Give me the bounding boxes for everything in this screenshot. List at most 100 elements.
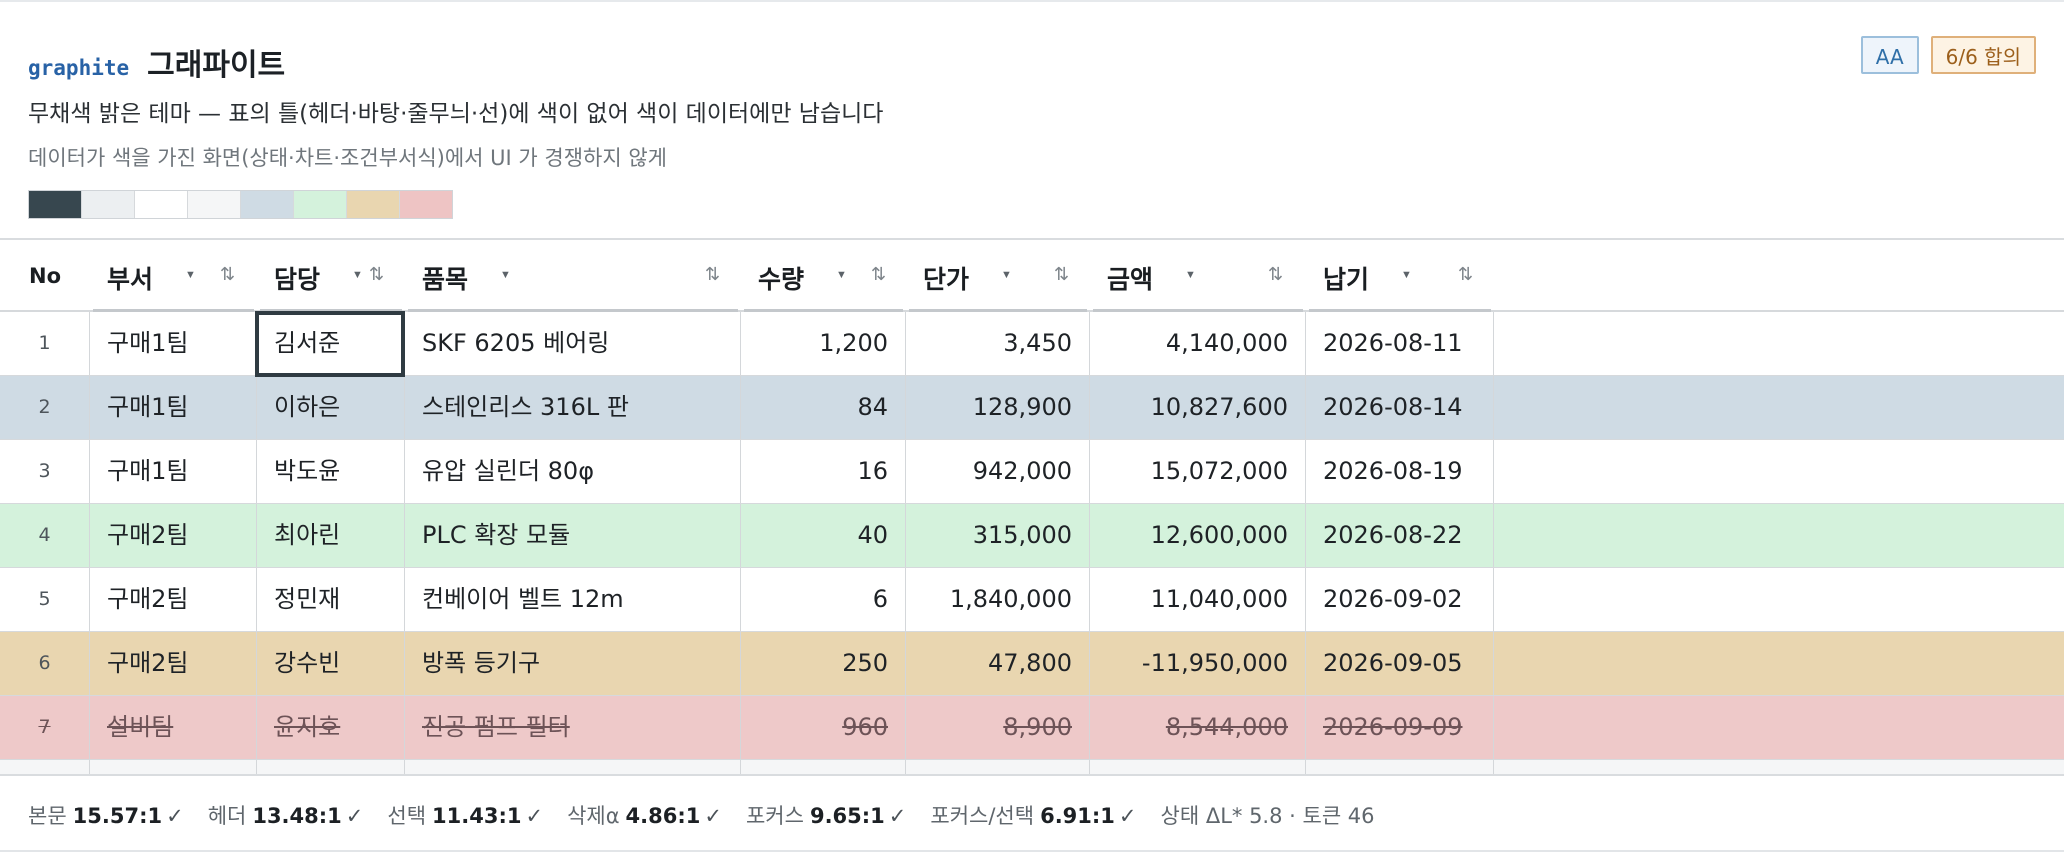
table-row[interactable]: 6 구매2팀 강수빈 방폭 등기구 250 47,800 -11,950,000 2026-0… bbox=[0, 632, 2064, 696]
cell-price[interactable]: 3,450 bbox=[906, 312, 1090, 375]
cell-qty[interactable]: 250 bbox=[741, 632, 906, 695]
check-icon: ✓ bbox=[1118, 804, 1137, 828]
sort-icon[interactable]: ⇅ bbox=[1458, 264, 1473, 285]
cell-owner[interactable]: 윤지호 bbox=[257, 696, 405, 759]
filter-dropdown-icon[interactable]: ▼ bbox=[1185, 269, 1196, 281]
cell-no[interactable]: 7 bbox=[0, 696, 90, 759]
cell-owner[interactable]: 박도윤 bbox=[257, 440, 405, 503]
cell-empty bbox=[405, 760, 741, 774]
filter-dropdown-icon[interactable]: ▼ bbox=[500, 269, 511, 281]
cell-due[interactable]: 2026-08-19 bbox=[1306, 440, 1494, 503]
cell-price[interactable]: 1,840,000 bbox=[906, 568, 1090, 631]
cell-amount[interactable]: 11,040,000 bbox=[1090, 568, 1306, 631]
cell-owner[interactable]: 이하은 bbox=[257, 376, 405, 439]
cell-owner[interactable]: 김서준 bbox=[257, 312, 405, 375]
cell-qty[interactable]: 960 bbox=[741, 696, 906, 759]
cell-price[interactable]: 315,000 bbox=[906, 504, 1090, 567]
filter-dropdown-icon[interactable]: ▼ bbox=[836, 269, 847, 281]
cell-price[interactable]: 47,800 bbox=[906, 632, 1090, 695]
cell-price[interactable]: 942,000 bbox=[906, 440, 1090, 503]
cell-owner[interactable]: 정민재 bbox=[257, 568, 405, 631]
cell-qty[interactable]: 6 bbox=[741, 568, 906, 631]
cell-price[interactable]: 8,900 bbox=[906, 696, 1090, 759]
sort-icon[interactable]: ⇅ bbox=[1054, 264, 1069, 285]
table-row[interactable]: 2 구매1팀 이하은 스테인리스 316L 판 84 128,900 10,827,600 2… bbox=[0, 376, 2064, 440]
column-header-amount[interactable]: 금액 ▼ ⇅ bbox=[1090, 240, 1306, 312]
cell-dept[interactable]: 구매2팀 bbox=[90, 632, 257, 695]
cell-item[interactable]: 방폭 등기구 bbox=[405, 632, 741, 695]
cell-no[interactable]: 6 bbox=[0, 632, 90, 695]
table-row[interactable]: 3 구매1팀 박도윤 유압 실린더 80φ 16 942,000 15,072,000 202… bbox=[0, 440, 2064, 504]
contrast-stat: 선택 11.43:1 ✓ bbox=[387, 800, 543, 830]
sort-icon[interactable]: ⇅ bbox=[871, 264, 886, 285]
column-header-item[interactable]: 품목 ▼ ⇅ bbox=[405, 240, 741, 312]
filter-dropdown-icon[interactable]: ▼ bbox=[1001, 269, 1012, 281]
cell-amount[interactable]: 4,140,000 bbox=[1090, 312, 1306, 375]
cell-due[interactable]: 2026-08-22 bbox=[1306, 504, 1494, 567]
cell-item[interactable]: 스테인리스 316L 판 bbox=[405, 376, 741, 439]
theme-subdescription: 데이터가 색을 가진 화면(상태·차트·조건부서식)에서 UI 가 경쟁하지 않… bbox=[28, 146, 667, 170]
column-header-due[interactable]: 납기 ▼ ⇅ bbox=[1306, 240, 1494, 312]
cell-item[interactable]: 컨베이어 벨트 12m bbox=[405, 568, 741, 631]
table-row[interactable]: 5 구매2팀 정민재 컨베이어 벨트 12m 6 1,840,000 11,040,000 2… bbox=[0, 568, 2064, 632]
cell-amount[interactable]: 15,072,000 bbox=[1090, 440, 1306, 503]
cell-due[interactable]: 2026-09-02 bbox=[1306, 568, 1494, 631]
cell-empty bbox=[1306, 760, 1494, 774]
cell-amount[interactable]: -11,950,000 bbox=[1090, 632, 1306, 695]
cell-item[interactable]: 유압 실린더 80φ bbox=[405, 440, 741, 503]
cell-amount[interactable]: 12,600,000 bbox=[1090, 504, 1306, 567]
filter-dropdown-icon[interactable]: ▼ bbox=[1401, 269, 1412, 281]
cell-no[interactable]: 2 bbox=[0, 376, 90, 439]
cell-dept[interactable]: 구매2팀 bbox=[90, 568, 257, 631]
cell-no[interactable]: 4 bbox=[0, 504, 90, 567]
theme-description: 무채색 밝은 테마 — 표의 틀(헤더·바탕·줄무늬·선)에 색이 없어 색이 … bbox=[28, 101, 884, 127]
stat-value: 9.65:1 bbox=[809, 804, 885, 828]
cell-due[interactable]: 2026-08-11 bbox=[1306, 312, 1494, 375]
table-row-partial[interactable] bbox=[0, 760, 2064, 774]
cell-dept[interactable]: 구매1팀 bbox=[90, 312, 257, 375]
column-label: 금액 bbox=[1107, 265, 1154, 294]
swatch-4 bbox=[188, 191, 241, 218]
cell-owner[interactable]: 강수빈 bbox=[257, 632, 405, 695]
cell-qty[interactable]: 1,200 bbox=[741, 312, 906, 375]
cell-empty bbox=[0, 760, 90, 774]
column-header-owner[interactable]: 담당 ▼ ⇅ bbox=[257, 240, 405, 312]
cell-item[interactable]: SKF 6205 베어링 bbox=[405, 312, 741, 375]
swatch-1 bbox=[29, 191, 82, 218]
table-row[interactable]: 4 구매2팀 최아린 PLC 확장 모듈 40 315,000 12,600,000 2026… bbox=[0, 504, 2064, 568]
color-swatches bbox=[28, 190, 453, 219]
table-row[interactable]: 7 설비팀 윤지호 진공 펌프 필터 960 8,900 8,544,000 2026-09-… bbox=[0, 696, 2064, 760]
column-header-no[interactable]: No bbox=[0, 240, 90, 310]
table-row[interactable]: 1 구매1팀 김서준 SKF 6205 베어링 1,200 3,450 4,140,000 2… bbox=[0, 312, 2064, 376]
cell-price[interactable]: 128,900 bbox=[906, 376, 1090, 439]
column-header-dept[interactable]: 부서 ▼ ⇅ bbox=[90, 240, 257, 312]
sort-icon[interactable]: ⇅ bbox=[369, 264, 384, 285]
cell-no[interactable]: 3 bbox=[0, 440, 90, 503]
cell-item[interactable]: 진공 펌프 필터 bbox=[405, 696, 741, 759]
sort-icon[interactable]: ⇅ bbox=[1268, 264, 1283, 285]
cell-dept[interactable]: 구매2팀 bbox=[90, 504, 257, 567]
cell-due[interactable]: 2026-08-14 bbox=[1306, 376, 1494, 439]
sort-icon[interactable]: ⇅ bbox=[220, 264, 235, 285]
cell-qty[interactable]: 16 bbox=[741, 440, 906, 503]
cell-dept[interactable]: 구매1팀 bbox=[90, 440, 257, 503]
cell-no[interactable]: 1 bbox=[0, 312, 90, 375]
cell-due[interactable]: 2026-09-09 bbox=[1306, 696, 1494, 759]
cell-dept[interactable]: 설비팀 bbox=[90, 696, 257, 759]
cell-no[interactable]: 5 bbox=[0, 568, 90, 631]
column-header-qty[interactable]: 수량 ▼ ⇅ bbox=[741, 240, 906, 312]
filter-dropdown-icon[interactable]: ▼ bbox=[185, 269, 196, 281]
sort-icon[interactable]: ⇅ bbox=[705, 264, 720, 285]
cell-dept[interactable]: 구매1팀 bbox=[90, 376, 257, 439]
cell-qty[interactable]: 40 bbox=[741, 504, 906, 567]
cell-owner[interactable]: 최아린 bbox=[257, 504, 405, 567]
cell-item[interactable]: PLC 확장 모듈 bbox=[405, 504, 741, 567]
filter-dropdown-icon[interactable]: ▼ bbox=[352, 269, 363, 281]
stat-label: 헤더 bbox=[207, 804, 247, 828]
cell-amount[interactable]: 8,544,000 bbox=[1090, 696, 1306, 759]
cell-amount[interactable]: 10,827,600 bbox=[1090, 376, 1306, 439]
cell-qty[interactable]: 84 bbox=[741, 376, 906, 439]
cell-due[interactable]: 2026-09-05 bbox=[1306, 632, 1494, 695]
cell-empty bbox=[906, 760, 1090, 774]
column-header-price[interactable]: 단가 ▼ ⇅ bbox=[906, 240, 1090, 312]
